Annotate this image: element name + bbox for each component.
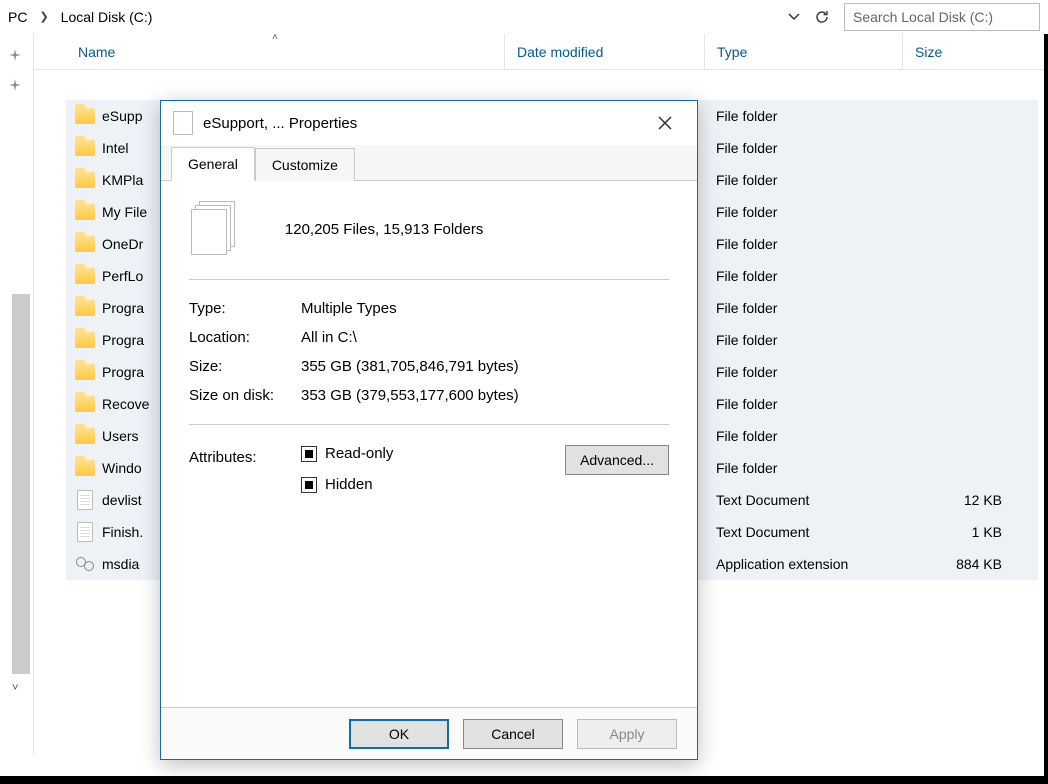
file-type: File folder: [704, 332, 902, 348]
file-type: File folder: [704, 268, 902, 284]
value-type: Multiple Types: [301, 300, 669, 317]
file-type: File folder: [704, 204, 902, 220]
address-bar: PC ❯ Local Disk (C:) Search Local Disk (…: [0, 0, 1048, 34]
apply-button[interactable]: Apply: [577, 719, 677, 749]
tab-general[interactable]: General: [171, 147, 255, 181]
advanced-button[interactable]: Advanced...: [565, 445, 669, 475]
column-name-label: Name: [78, 44, 115, 60]
document-icon: [77, 490, 93, 510]
folder-icon: [75, 396, 95, 412]
checkbox-hidden-label: Hidden: [325, 476, 373, 493]
file-type: File folder: [704, 396, 902, 412]
window-edge: [1044, 34, 1048, 776]
folder-icon: [75, 108, 95, 124]
window-edge: [0, 776, 1048, 784]
file-size: 1 KB: [902, 524, 1022, 540]
file-type: File folder: [704, 108, 902, 124]
file-type: File folder: [704, 428, 902, 444]
folder-icon: [75, 428, 95, 444]
pin-icon: [6, 46, 24, 64]
column-type[interactable]: Type: [704, 34, 902, 69]
label-size-on-disk: Size on disk:: [189, 387, 301, 404]
folder-icon: [75, 332, 95, 348]
file-type: File folder: [704, 300, 902, 316]
checkbox-readonly[interactable]: Read-only: [301, 445, 393, 462]
dialog-tabs: General Customize: [161, 145, 697, 181]
dialog-titlebar[interactable]: eSupport, ... Properties: [161, 101, 697, 145]
column-size[interactable]: Size: [902, 34, 1022, 69]
document-icon: [173, 111, 193, 135]
value-size-on-disk: 353 GB (379,553,177,600 bytes): [301, 387, 669, 404]
multi-document-icon: [189, 199, 249, 259]
folder-icon: [75, 300, 95, 316]
column-type-label: Type: [717, 44, 747, 60]
properties-dialog: eSupport, ... Properties General Customi…: [160, 100, 698, 760]
folder-icon: [75, 268, 95, 284]
checkbox-icon: [301, 477, 317, 493]
file-type: Text Document: [704, 524, 902, 540]
folder-icon: [75, 236, 95, 252]
pin-icon: [6, 76, 24, 94]
close-button[interactable]: [645, 101, 685, 145]
ok-button[interactable]: OK: [349, 719, 449, 749]
column-headers: Name ˄ Date modified Type Size: [0, 34, 1048, 70]
file-type: File folder: [704, 172, 902, 188]
column-date[interactable]: Date modified: [504, 34, 704, 69]
folder-icon: [75, 460, 95, 476]
dialog-body: 120,205 Files, 15,913 Folders Type: Mult…: [161, 181, 697, 707]
file-size: 12 KB: [902, 492, 1022, 508]
refresh-button[interactable]: [808, 3, 836, 31]
folder-icon: [75, 172, 95, 188]
dialog-title: eSupport, ... Properties: [203, 115, 645, 132]
file-type: File folder: [704, 460, 902, 476]
chevron-right-icon[interactable]: ❯: [35, 0, 52, 33]
value-size: 355 GB (381,705,846,791 bytes): [301, 358, 669, 375]
file-type: File folder: [704, 364, 902, 380]
label-size: Size:: [189, 358, 301, 375]
close-icon: [658, 116, 672, 130]
divider: [189, 279, 669, 280]
file-type: File folder: [704, 236, 902, 252]
search-placeholder: Search Local Disk (C:): [853, 9, 993, 25]
search-input[interactable]: Search Local Disk (C:): [844, 3, 1040, 31]
folder-icon: [75, 204, 95, 220]
chevron-down-icon: [788, 11, 800, 23]
divider: [189, 424, 669, 425]
value-location: All in C:\: [301, 329, 669, 346]
cancel-button[interactable]: Cancel: [463, 719, 563, 749]
checkbox-readonly-label: Read-only: [325, 445, 393, 462]
nav-pane-edge: ˅: [0, 34, 34, 754]
refresh-icon: [814, 9, 830, 25]
folder-icon: [75, 364, 95, 380]
document-icon: [77, 522, 93, 542]
gear-icon: [76, 555, 94, 573]
file-type: File folder: [704, 140, 902, 156]
label-attributes: Attributes:: [189, 445, 301, 466]
label-location: Location:: [189, 329, 301, 346]
file-type: Application extension: [704, 556, 902, 572]
sort-ascending-icon: ˄: [272, 32, 278, 43]
dialog-buttons: OK Cancel Apply: [161, 707, 697, 759]
label-type: Type:: [189, 300, 301, 317]
checkbox-hidden[interactable]: Hidden: [301, 476, 393, 493]
chevron-down-icon[interactable]: ˅: [12, 682, 18, 694]
folder-icon: [75, 140, 95, 156]
checkbox-icon: [301, 446, 317, 462]
column-name[interactable]: Name ˄: [66, 34, 504, 69]
column-date-label: Date modified: [517, 44, 603, 60]
summary-text: 120,205 Files, 15,913 Folders: [285, 221, 483, 238]
column-size-label: Size: [915, 44, 942, 60]
nav-scrollbar[interactable]: [12, 294, 30, 674]
file-size: 884 KB: [902, 556, 1022, 572]
breadcrumb-local-disk[interactable]: Local Disk (C:): [53, 0, 161, 33]
breadcrumb-pc[interactable]: PC: [0, 0, 35, 33]
breadcrumb: PC ❯ Local Disk (C:): [0, 0, 160, 33]
file-type: Text Document: [704, 492, 902, 508]
tab-customize[interactable]: Customize: [255, 148, 355, 181]
address-dropdown[interactable]: [780, 3, 808, 31]
